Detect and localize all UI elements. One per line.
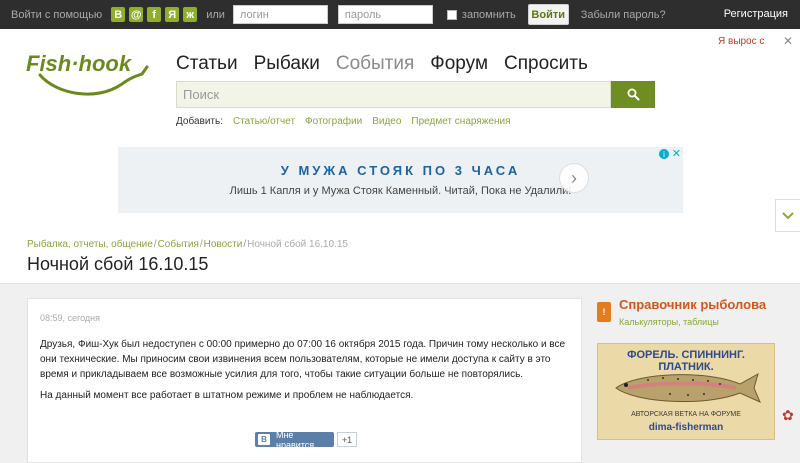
book-icon: !: [597, 302, 611, 322]
search-bar: Поиск: [176, 81, 655, 108]
nav-item-forum[interactable]: Форум: [430, 53, 488, 75]
add-photos-link[interactable]: Фотографии: [305, 116, 362, 127]
add-report-link[interactable]: Статью/отчет: [233, 116, 295, 127]
promo-text[interactable]: Я вырос с: [718, 36, 764, 47]
logo-text: Fish·hook: [26, 51, 133, 76]
vk-icon[interactable]: B: [111, 7, 126, 22]
breadcrumb-separator: /: [153, 239, 157, 250]
breadcrumb-separator: /: [199, 239, 203, 250]
login-field[interactable]: логин: [232, 5, 328, 24]
search-icon: [627, 88, 639, 101]
or-label: или: [206, 8, 225, 21]
vk-icon: B: [258, 434, 270, 445]
side-expand-tab[interactable]: [775, 199, 800, 232]
forgot-password-link[interactable]: Забыли пароль?: [581, 9, 666, 21]
decoration-icon: ✿: [782, 407, 794, 423]
breadcrumb-current: Ночной сбой 16.10.15: [247, 239, 348, 250]
odnoklassniki-icon[interactable]: @: [129, 7, 144, 22]
post-card: 08:59, сегодня Друзья, Фиш-Хук был недос…: [27, 298, 582, 463]
nav-item-fishermen[interactable]: Рыбаки: [254, 53, 320, 75]
yandex-icon[interactable]: Я: [165, 7, 180, 22]
remember-checkbox[interactable]: [446, 9, 457, 20]
like-count: +1: [337, 432, 357, 447]
breadcrumb-item[interactable]: Новости: [204, 239, 243, 250]
add-video-link[interactable]: Видео: [372, 116, 401, 127]
top-bar: Войти с помощью B @ f Я ж или логин паро…: [0, 0, 800, 29]
register-link[interactable]: Регистрация: [724, 8, 788, 20]
ad-next-arrow-icon[interactable]: ›: [559, 163, 589, 193]
ad-info-icon[interactable]: i: [659, 149, 669, 159]
ok-icon[interactable]: ж: [183, 7, 198, 22]
nav-item-ask[interactable]: Спросить: [504, 53, 588, 75]
breadcrumb-item[interactable]: Рыбалка, отчеты, общение: [27, 239, 153, 250]
logo-graphic: Fish·hook: [26, 51, 149, 96]
login-button[interactable]: Войти: [527, 4, 569, 25]
sidebar-title[interactable]: Справочник рыболова: [619, 297, 766, 312]
breadcrumb-item[interactable]: События: [158, 239, 199, 250]
search-input[interactable]: Поиск: [176, 81, 611, 108]
like-label: Мне нравится: [275, 429, 315, 450]
remember-label: запомнить: [461, 8, 516, 21]
breadcrumb: Рыбалка, отчеты, общение / События / Нов…: [27, 239, 348, 250]
facebook-icon[interactable]: f: [147, 7, 162, 22]
add-content-row: Добавить: Статью/отчет Фотографии Видео …: [176, 116, 521, 127]
post-time: 08:59, сегодня: [40, 313, 101, 323]
password-field[interactable]: пароль: [337, 5, 433, 24]
site-logo[interactable]: Fish·hook: [26, 50, 152, 102]
ad-banner[interactable]: У МУЖА СТОЯК ПО 3 ЧАСА Лишь 1 Капля и у …: [118, 147, 683, 213]
nav-item-events[interactable]: События: [336, 53, 414, 75]
close-icon[interactable]: ✕: [783, 34, 793, 48]
vk-like-button[interactable]: B Мне нравится: [255, 429, 334, 450]
ad-close-icon[interactable]: ✕: [672, 147, 681, 160]
sidebar-subtitle[interactable]: Калькуляторы, таблицы: [619, 317, 719, 327]
main-nav: Статьи Рыбаки События Форум Спросить: [176, 53, 604, 75]
login-via-label: Войти с помощью: [11, 8, 103, 21]
chevron-down-icon: [782, 211, 794, 219]
trout-image: [615, 372, 761, 403]
post-paragraph: На данный момент все работает в штатном …: [40, 390, 414, 401]
nav-item-articles[interactable]: Статьи: [176, 53, 238, 75]
ad-subline[interactable]: Лишь 1 Капля и у Мужа Стояк Каменный. Чи…: [118, 185, 683, 197]
post-paragraph: Друзья, Фиш-Хук был недоступен с 00:00 п…: [40, 339, 566, 380]
add-label: Добавить:: [176, 116, 223, 127]
ad-headline[interactable]: У МУЖА СТОЯК ПО 3 ЧАСА: [118, 163, 683, 178]
banner-author: dima-fisherman: [648, 422, 724, 433]
search-button[interactable]: [611, 81, 655, 108]
page-title: Ночной сбой 16.10.15: [27, 254, 209, 274]
banner-caption: АВТОРСКАЯ ВЕТКА НА ФОРУМЕ: [631, 411, 741, 418]
breadcrumb-separator: /: [243, 239, 247, 250]
add-gear-link[interactable]: Предмет снаряжения: [411, 116, 510, 127]
forum-banner[interactable]: ФОРЕЛЬ. СПИННИНГ. ПЛАТНИК. АВТОРСКАЯ ВЕТ…: [597, 343, 775, 440]
